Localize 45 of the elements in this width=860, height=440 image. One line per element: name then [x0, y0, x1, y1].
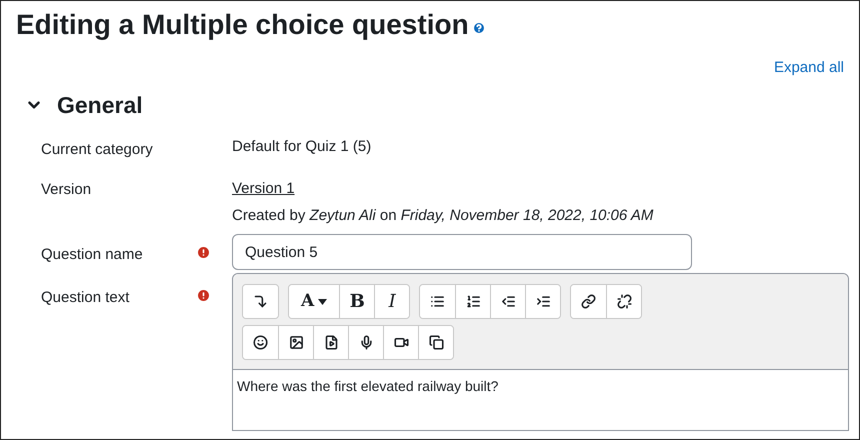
expand-all-link[interactable]: Expand all [774, 57, 844, 80]
indent-icon [536, 294, 551, 309]
copy-icon [428, 335, 444, 350]
outdent-icon [500, 294, 516, 309]
field-label: Current category [41, 141, 153, 158]
toolbar-button[interactable] [455, 285, 490, 318]
arrow-down-icon [253, 294, 268, 309]
image-icon [288, 335, 304, 350]
toolbar-button[interactable] [418, 326, 453, 359]
toolbar-button[interactable] [490, 285, 526, 318]
bold-button[interactable]: B [339, 285, 374, 318]
text-editor[interactable]: A B I Where was the first elevated railway built? [232, 273, 849, 431]
field-label: Question name [41, 246, 143, 263]
font-button[interactable]: A [289, 285, 340, 318]
toolbar-button[interactable] [278, 326, 313, 359]
toolbar-button[interactable] [348, 326, 383, 359]
toolbar-button[interactable] [383, 326, 418, 359]
field-label: Version [41, 181, 92, 198]
field-value: Default for Quiz 1 (5) [232, 138, 372, 155]
toolbar-button[interactable] [313, 326, 348, 359]
field-label: Question text [41, 289, 130, 306]
microphone-icon [358, 335, 374, 350]
section-title: General [57, 90, 143, 120]
required-icon [196, 245, 211, 260]
smiley-icon [253, 335, 268, 350]
input-field[interactable]: Question 5 [232, 234, 692, 270]
toolbar-button[interactable] [420, 285, 456, 318]
version-link[interactable]: Version 1 [232, 178, 295, 200]
toolbar-button[interactable] [243, 326, 278, 359]
video-camera-icon [394, 335, 408, 350]
unlink-icon [616, 294, 632, 309]
caret-icon [318, 298, 328, 304]
link-icon [581, 294, 596, 309]
bullet-list-icon [430, 294, 446, 309]
page-title: Editing a Multiple choice question [16, 8, 469, 42]
italic-button[interactable]: I [374, 285, 410, 318]
editor-text: Where was the first elevated railway built? [237, 378, 498, 394]
media-file-icon [324, 335, 338, 350]
required-icon [196, 288, 211, 303]
help-icon[interactable] [472, 21, 486, 35]
numbered-list-icon [466, 294, 481, 309]
toolbar-button[interactable] [525, 285, 560, 318]
version-note: Created by Zeytun Ali on Friday, November 18, 2022, 10:06 AM [232, 206, 654, 226]
toolbar-button[interactable] [571, 285, 606, 318]
toolbar-button[interactable] [606, 285, 642, 318]
